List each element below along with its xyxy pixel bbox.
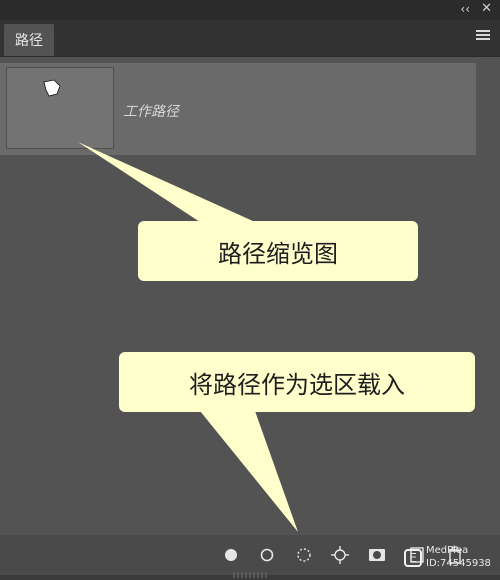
- path-thumbnail: [6, 67, 114, 149]
- path-name-label[interactable]: 工作路径: [123, 101, 179, 121]
- panel-menu-icon[interactable]: [476, 28, 490, 42]
- callout-load-selection-text: 将路径作为选区载入: [189, 370, 405, 399]
- panel-top-bar: ‹‹ ✕: [0, 0, 500, 20]
- close-icon[interactable]: ✕: [481, 1, 492, 16]
- watermark-id: ID:74545938: [426, 558, 491, 569]
- panel-tab-row: 路径: [0, 20, 500, 57]
- watermark: E MedPlea ID:74545938: [402, 545, 498, 573]
- callout-thumbnail-text: 路径缩览图: [218, 239, 338, 268]
- add-mask-icon[interactable]: [365, 543, 389, 567]
- load-selection-icon[interactable]: [292, 543, 316, 567]
- stroke-path-icon[interactable]: [255, 543, 279, 567]
- path-list-item-work-path[interactable]: 工作路径: [0, 63, 476, 155]
- callout-thumbnail: 路径缩览图: [138, 221, 418, 281]
- tab-paths[interactable]: 路径: [4, 24, 54, 56]
- fill-path-icon[interactable]: [219, 543, 243, 567]
- watermark-name: MedPlea: [426, 545, 469, 556]
- panel-resize-handle[interactable]: [233, 572, 267, 578]
- callout-load-selection: 将路径作为选区载入: [119, 352, 475, 412]
- watermark-logo-icon: E: [404, 549, 422, 567]
- collapse-panel-icon[interactable]: ‹‹: [460, 2, 470, 16]
- paths-panel-body: 工作路径: [0, 57, 500, 535]
- path-shape-icon: [43, 79, 61, 97]
- make-work-path-icon[interactable]: [328, 543, 352, 567]
